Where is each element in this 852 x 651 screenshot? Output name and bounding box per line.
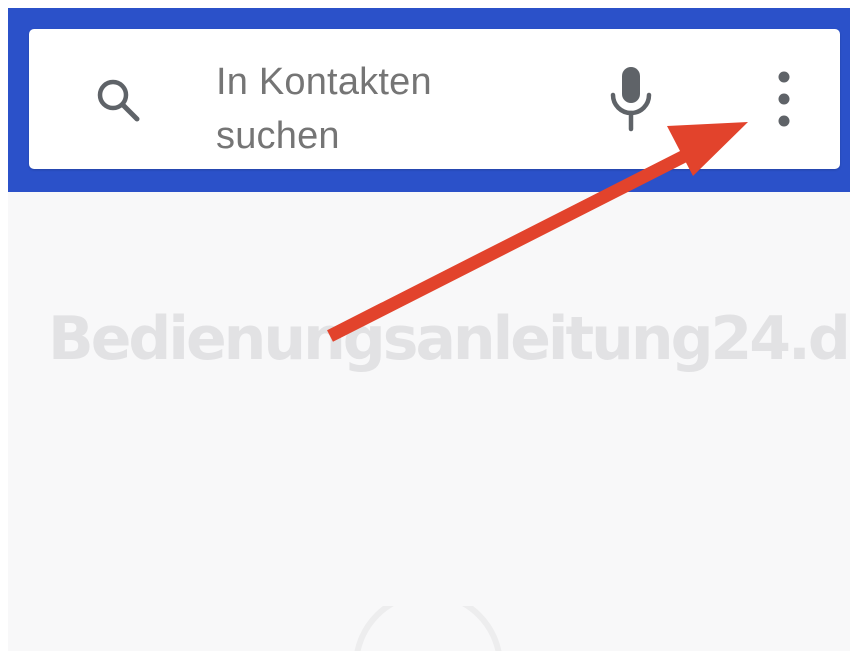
search-header: In Kontakten suchen <box>8 8 850 192</box>
contacts-screen: In Kontakten suchen Bedienungsanleitung2… <box>8 8 850 651</box>
microphone-icon[interactable] <box>603 63 659 135</box>
search-placeholder[interactable]: In Kontakten suchen <box>216 55 536 163</box>
more-vert-icon[interactable] <box>771 67 797 131</box>
loading-arc <box>354 606 502 651</box>
search-bar[interactable]: In Kontakten suchen <box>29 29 840 169</box>
watermark: Bedienungsanleitung24.de <box>48 304 850 374</box>
search-icon[interactable] <box>91 73 147 129</box>
